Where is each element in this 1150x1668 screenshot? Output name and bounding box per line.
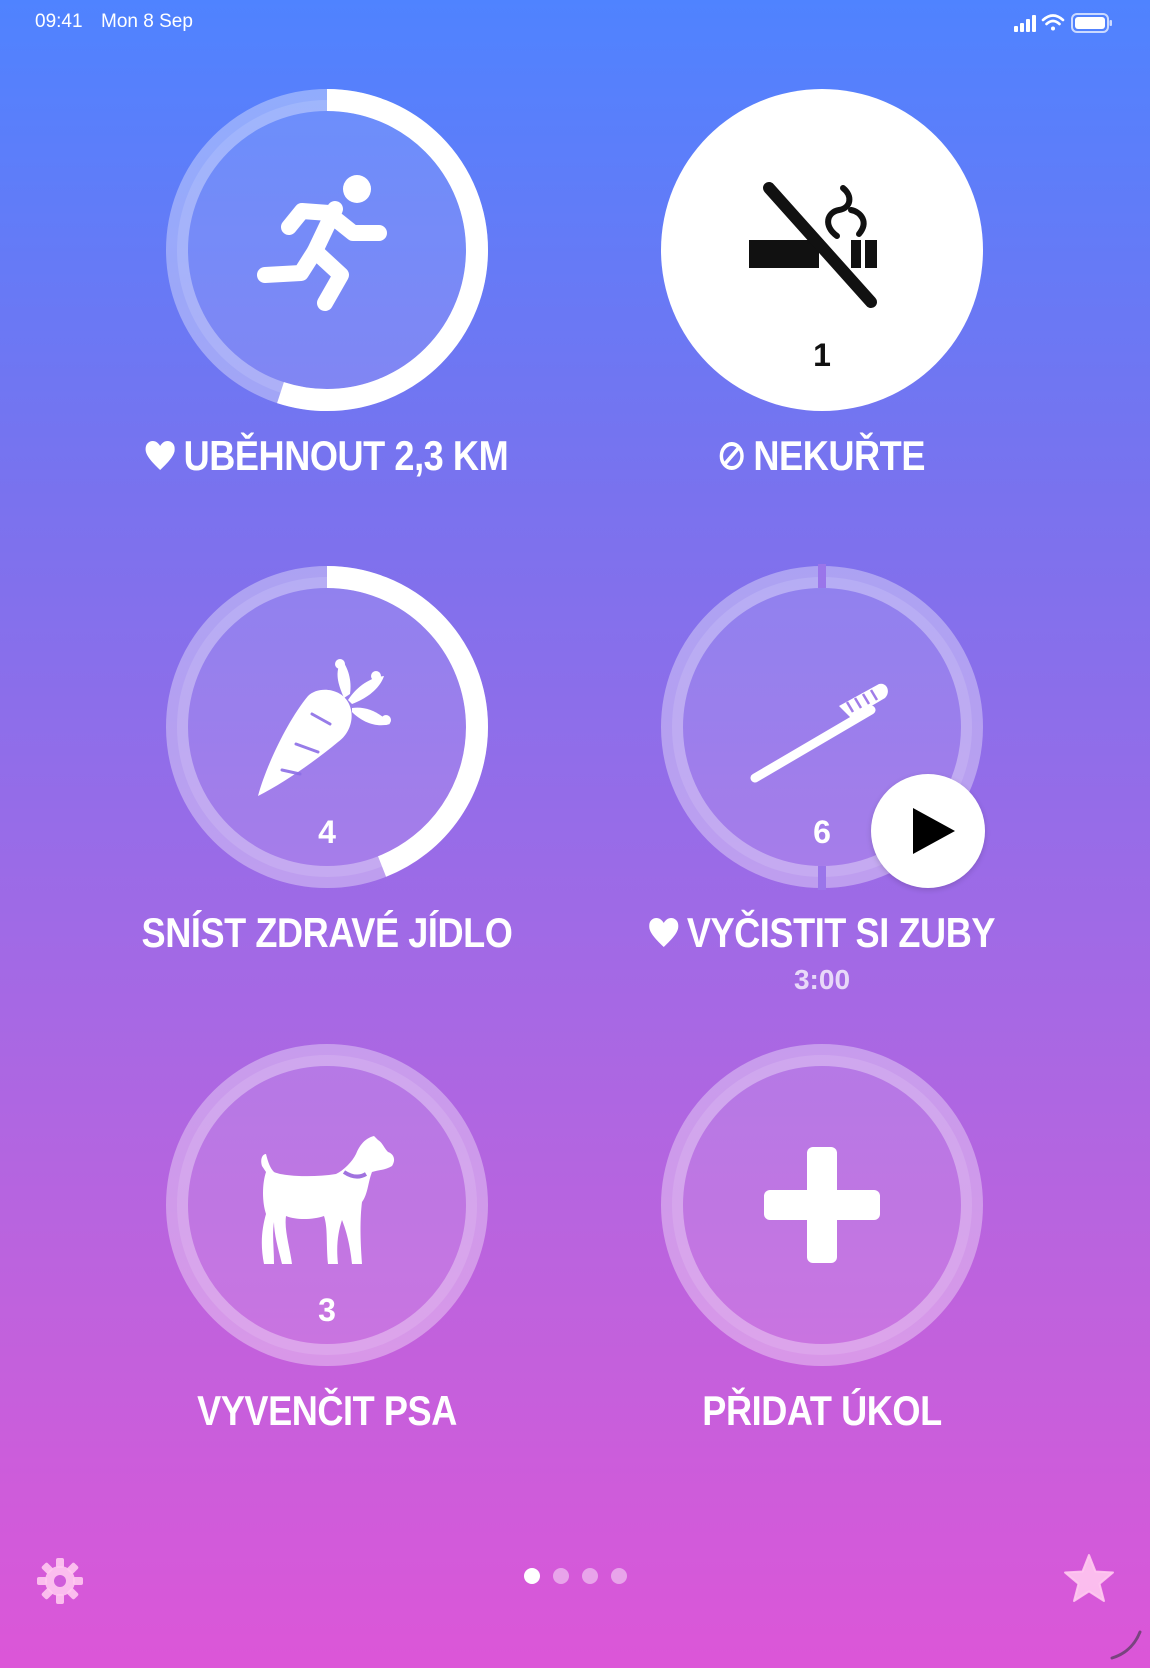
task-label-text: NEKUŘTE xyxy=(753,432,925,479)
task-ring[interactable] xyxy=(164,87,490,413)
status-time: 09:41 xyxy=(35,11,83,32)
star-icon[interactable] xyxy=(1063,1553,1115,1605)
task-no-smoking[interactable]: 1 NEKUŘTE xyxy=(572,87,1072,507)
task-walk-dog[interactable]: 3 VYVENČIT PSA xyxy=(77,1042,577,1462)
page-indicator[interactable] xyxy=(0,1568,1150,1584)
task-ring[interactable]: 4 xyxy=(164,564,490,890)
play-icon xyxy=(913,808,955,854)
resize-handle-icon xyxy=(1110,1630,1142,1660)
page-dot[interactable] xyxy=(610,1568,627,1584)
status-bar: 09:41 Mon 8 Sep xyxy=(0,0,1150,44)
task-label-text: UBĚHNOUT 2,3 KM xyxy=(183,432,509,479)
task-ring[interactable] xyxy=(659,1042,985,1368)
cellular-signal-icon xyxy=(1014,15,1036,32)
page-dot[interactable] xyxy=(581,1568,598,1584)
prohibited-icon xyxy=(719,442,744,470)
task-count: 3 xyxy=(318,1292,336,1328)
status-date: Mon 8 Sep xyxy=(101,11,193,32)
task-label: PŘIDAT ÚKOL xyxy=(607,1387,1037,1435)
battery-icon xyxy=(1071,13,1112,33)
task-run[interactable]: UBĚHNOUT 2,3 KM xyxy=(77,87,577,507)
running-person-icon xyxy=(257,175,387,311)
page-dot[interactable] xyxy=(552,1568,569,1584)
task-ring[interactable]: 3 xyxy=(164,1042,490,1368)
task-label: SNÍST ZDRAVÉ JÍDLO xyxy=(112,909,542,957)
task-label: NEKUŘTE xyxy=(607,432,1037,480)
task-count: 4 xyxy=(318,814,336,850)
task-duration: 3:00 xyxy=(793,964,851,995)
wifi-icon xyxy=(1041,14,1065,31)
page-dot[interactable] xyxy=(523,1568,540,1584)
carrot-icon xyxy=(258,659,391,796)
task-count: 1 xyxy=(813,337,831,373)
heart-icon xyxy=(648,918,679,947)
status-icons xyxy=(1014,13,1112,33)
no-smoking-icon xyxy=(749,182,877,308)
plus-icon xyxy=(764,1147,880,1263)
play-button[interactable] xyxy=(871,774,985,888)
task-label: VYVENČIT PSA xyxy=(112,1387,542,1435)
task-healthy-food[interactable]: 4 SNÍST ZDRAVÉ JÍDLO xyxy=(77,564,577,984)
task-label: UBĚHNOUT 2,3 KM xyxy=(112,432,542,480)
heart-icon xyxy=(145,441,175,470)
dog-icon xyxy=(261,1136,395,1264)
toothbrush-icon xyxy=(750,683,888,783)
task-label-text: VYVENČIT PSA xyxy=(197,1387,457,1434)
task-ring[interactable]: 1 xyxy=(659,87,985,413)
task-label-text: SNÍST ZDRAVÉ JÍDLO xyxy=(141,909,513,956)
task-label: VYČISTIT SI ZUBY xyxy=(607,909,1037,957)
task-label-text: PŘIDAT ÚKOL xyxy=(702,1387,942,1434)
task-brush-teeth[interactable]: 6 VYČISTIT SI ZUBY 3:00 xyxy=(572,564,1072,1004)
add-task-button[interactable]: PŘIDAT ÚKOL xyxy=(572,1042,1072,1462)
task-label-text: VYČISTIT SI ZUBY xyxy=(686,909,996,956)
